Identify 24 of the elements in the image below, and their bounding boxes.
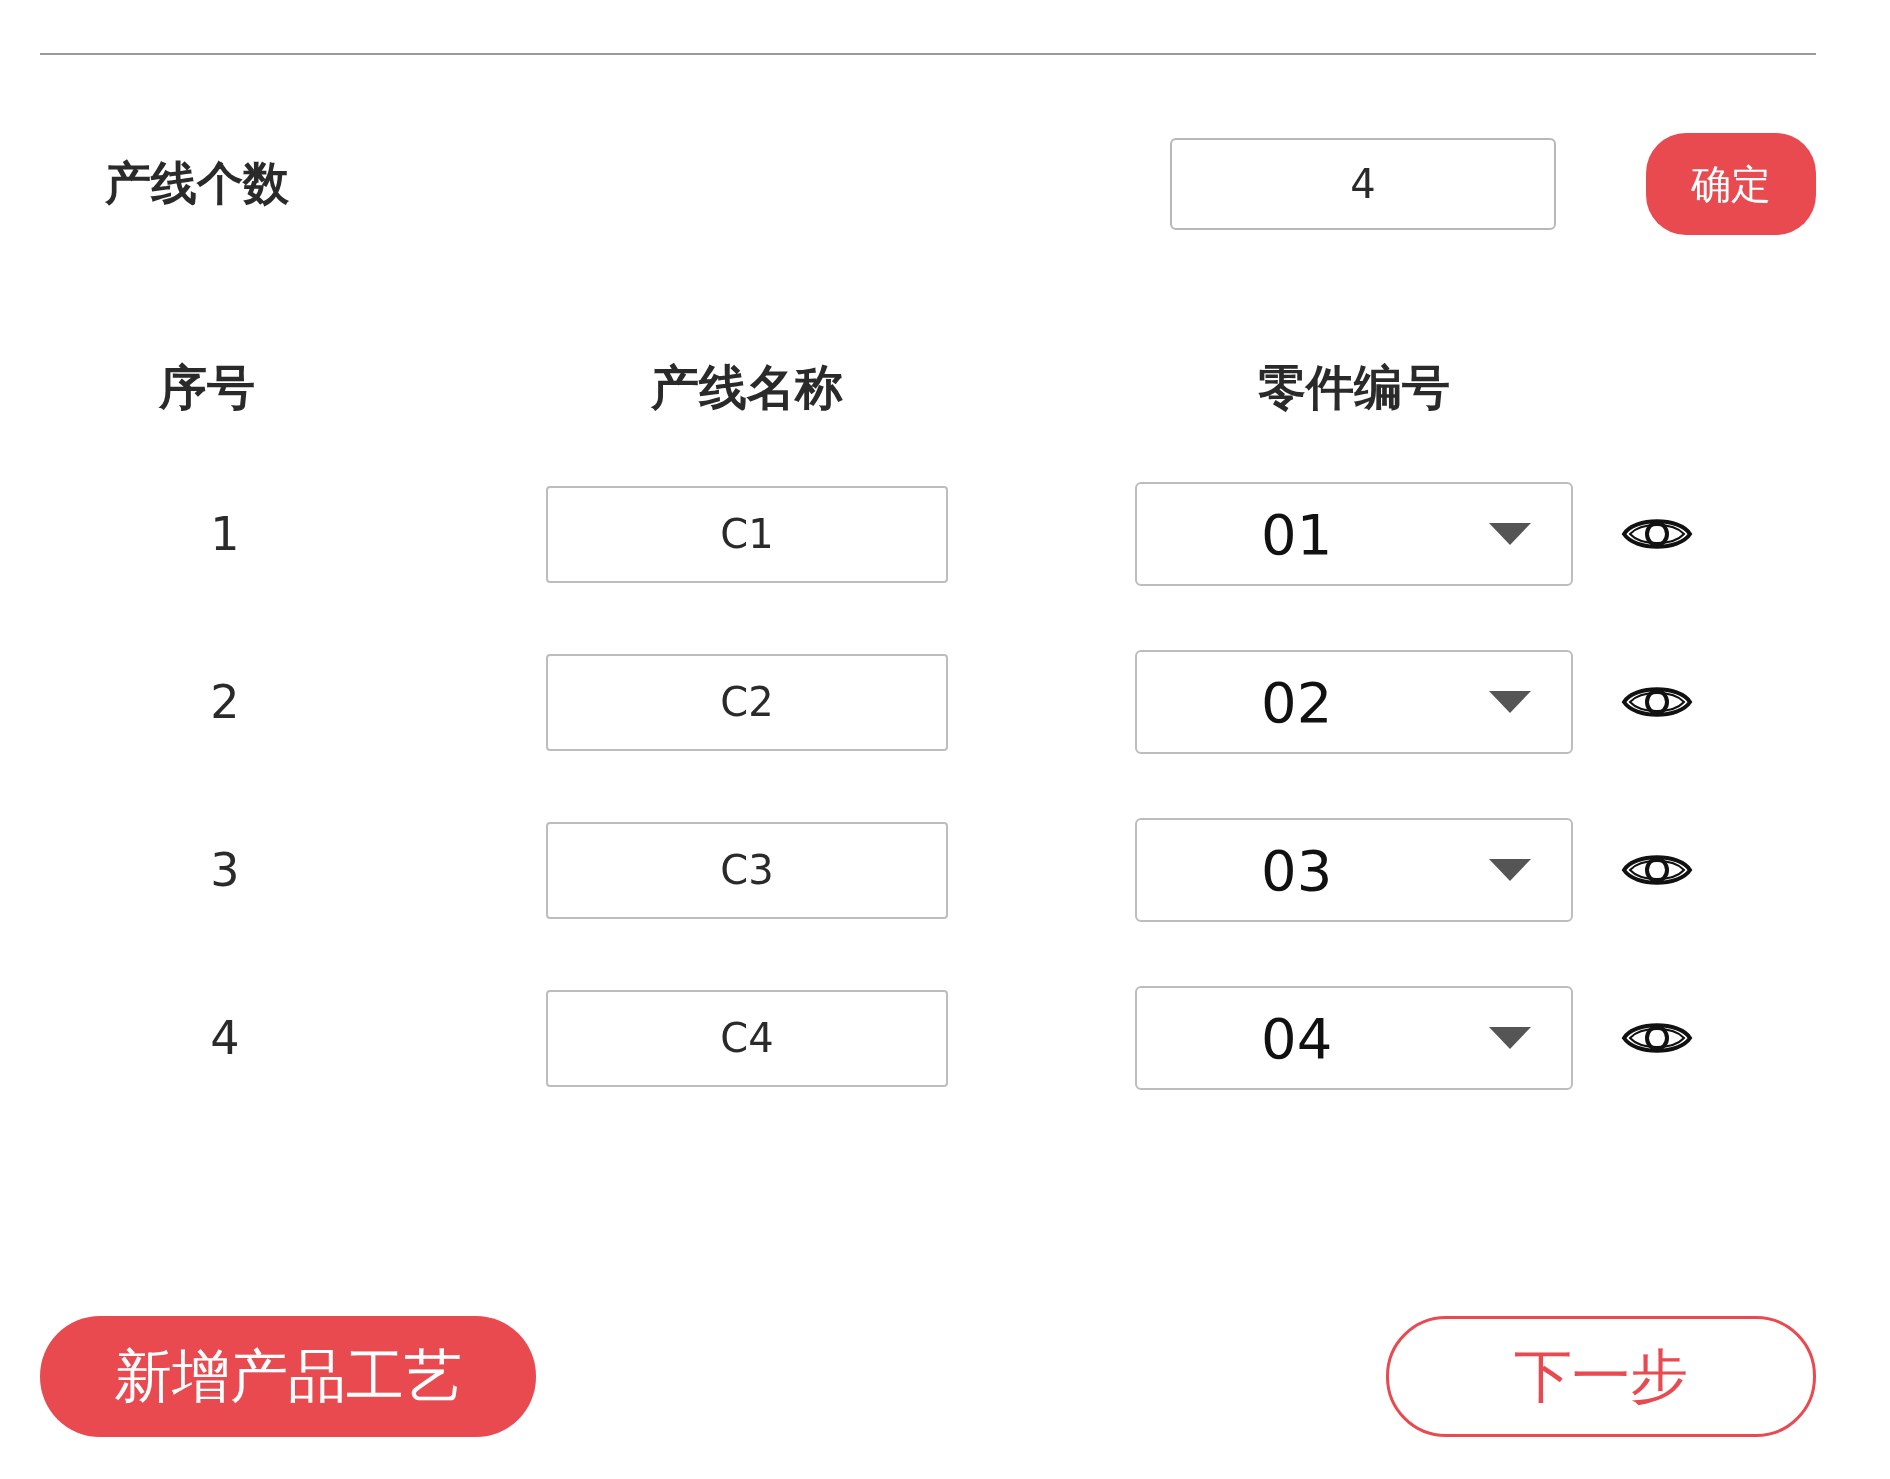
row-number: 2 — [209, 675, 241, 729]
part-number-dropdown[interactable]: 03 — [1135, 818, 1573, 922]
line-name-field[interactable]: C2 — [546, 653, 948, 751]
line-name-field[interactable]: C3 — [546, 821, 948, 919]
part-number-dropdown[interactable]: 04 — [1135, 986, 1573, 1090]
add-process-button[interactable]: 新增产品工艺 — [40, 1316, 536, 1437]
caret-icon — [1489, 523, 1531, 545]
confirm-button[interactable]: 确定 — [1646, 133, 1816, 235]
next-step-button[interactable]: 下一步 — [1386, 1316, 1816, 1437]
column-header: 序号 — [157, 358, 256, 417]
caret-icon — [1489, 1027, 1531, 1049]
row-number: 1 — [209, 507, 241, 561]
column-header: 产线名称 — [650, 358, 844, 417]
part-number-dropdown[interactable]: 02 — [1135, 650, 1573, 754]
line-count-field[interactable]: 4 — [1170, 138, 1556, 230]
row-number: 3 — [209, 843, 241, 897]
line-count-label: 产线个数 — [105, 155, 289, 212]
row-number: 4 — [209, 1011, 241, 1065]
part-number-dropdown[interactable]: 01 — [1135, 482, 1573, 586]
line-name-field[interactable]: C1 — [546, 485, 948, 583]
line-name-field[interactable]: C4 — [546, 989, 948, 1087]
caret-icon — [1489, 859, 1531, 881]
column-header: 零件编号 — [1257, 358, 1451, 417]
caret-icon — [1489, 691, 1531, 713]
